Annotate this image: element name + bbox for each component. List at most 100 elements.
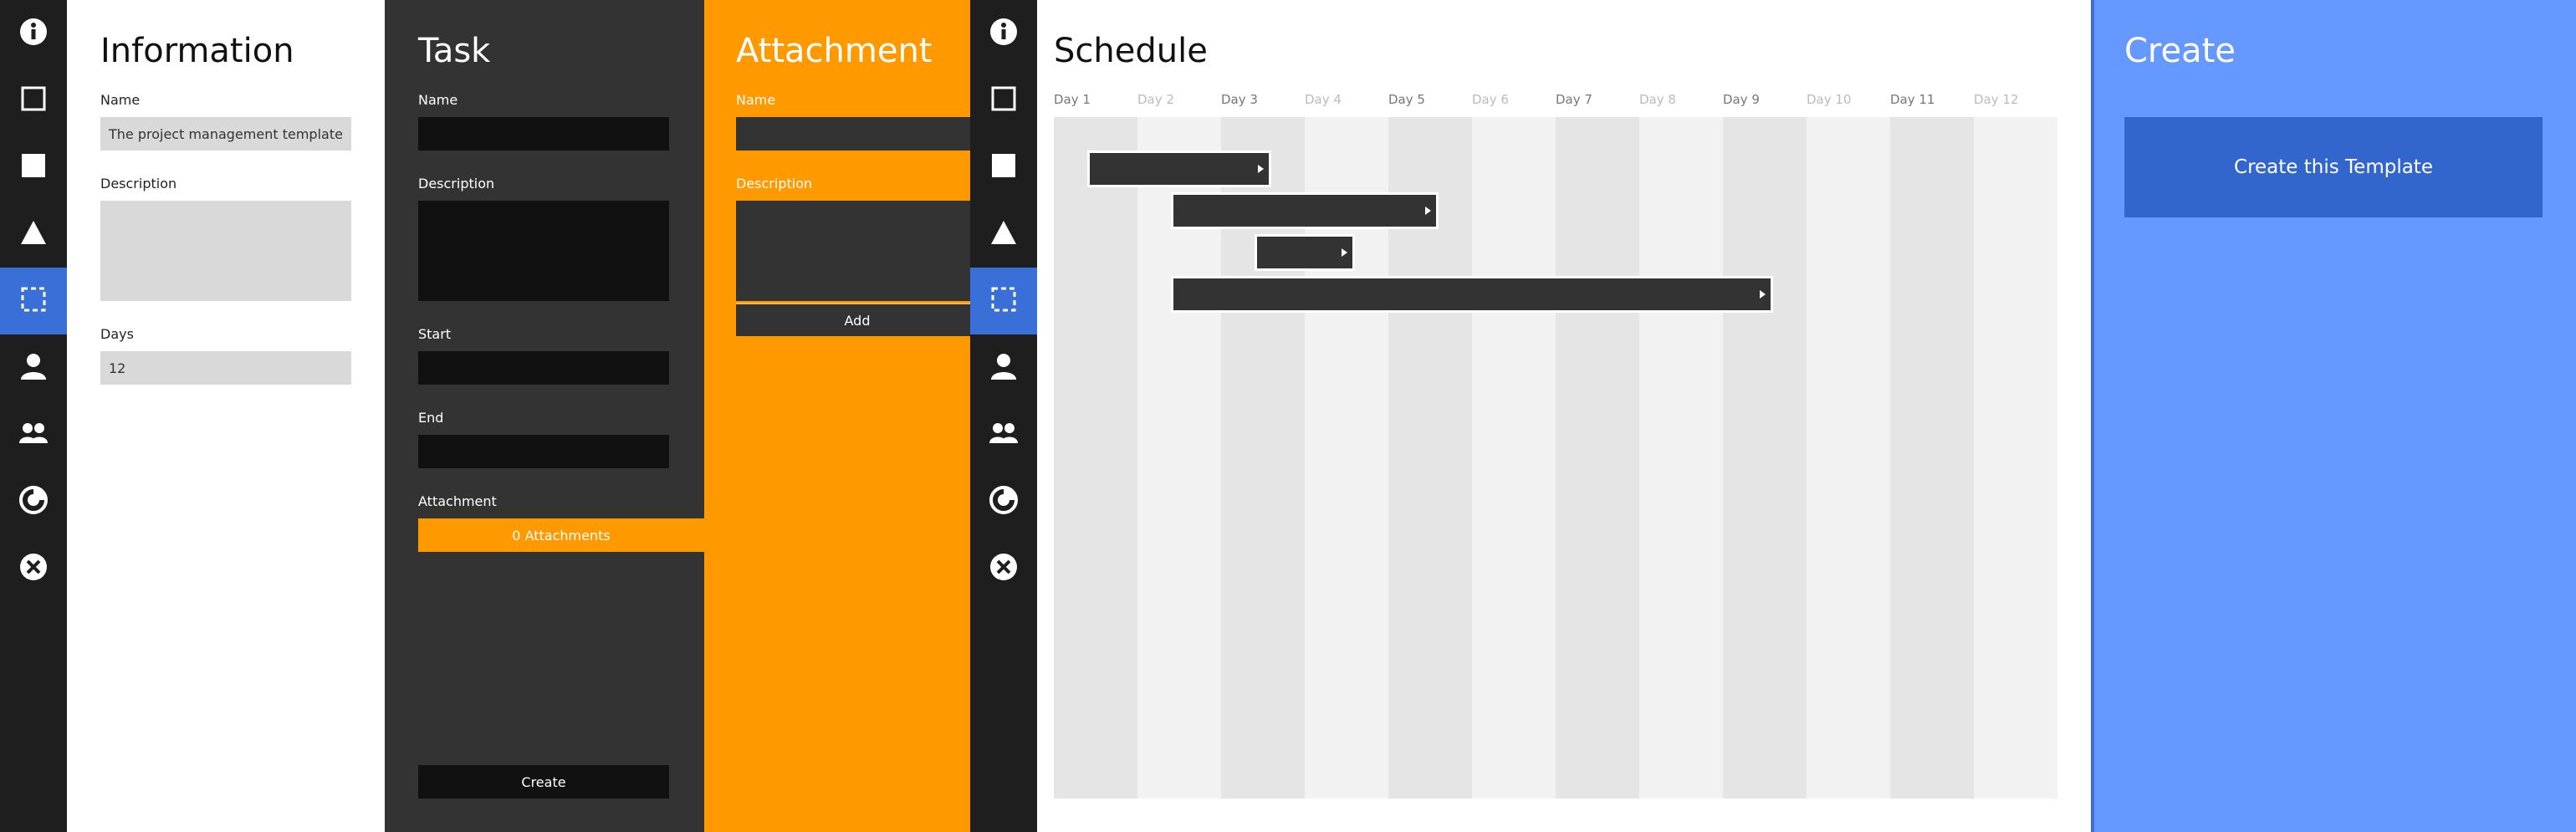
schedule-day-column xyxy=(1974,117,2057,799)
rail-item-triangle[interactable] xyxy=(0,201,67,268)
day-label: Day 5 xyxy=(1388,92,1425,107)
square-filled-icon xyxy=(989,151,1019,184)
attachment-description-field[interactable] xyxy=(736,201,970,301)
task-bar[interactable] xyxy=(1087,151,1271,187)
close-circle-icon xyxy=(989,552,1019,585)
close-circle-icon xyxy=(18,552,49,585)
day-label: Day 6 xyxy=(1472,92,1509,107)
rail-item-square-outline[interactable] xyxy=(0,67,67,134)
chart-circle-icon xyxy=(989,485,1019,518)
task-bar[interactable] xyxy=(1171,192,1439,229)
attachment-panel: Attachment Name Description Add xyxy=(704,0,970,832)
attachments-button[interactable]: 0 Attachments xyxy=(418,518,704,552)
schedule-day-column xyxy=(1556,117,1639,799)
info-icon xyxy=(989,17,1019,50)
task-title: Task xyxy=(418,32,491,70)
schedule-panel: Schedule Day 1 Day 2 Day 3 Day 4 Day 5 Day 6 D… xyxy=(1037,0,2091,832)
rail-item-square-filled[interactable] xyxy=(0,134,67,201)
task-bar[interactable] xyxy=(1171,276,1773,313)
day-label: Day 10 xyxy=(1807,92,1852,107)
description-label: Description xyxy=(100,176,177,191)
schedule-title: Schedule xyxy=(1054,32,1208,70)
create-task-button[interactable]: Create xyxy=(418,765,669,799)
create-panel: Create Create this Template xyxy=(2091,0,2576,832)
task-panel: Task Name Description Start End Attachme… xyxy=(385,0,704,832)
rail-item-chart-circle[interactable] xyxy=(0,468,67,535)
schedule-day-column xyxy=(1807,117,1890,799)
schedule-day-column xyxy=(1472,117,1556,799)
triangle-icon xyxy=(18,217,49,251)
day-label: Day 7 xyxy=(1556,92,1592,107)
schedule-day-column xyxy=(1054,117,1137,799)
left-icon-rail xyxy=(0,0,67,832)
attachment-description-label: Description xyxy=(736,176,813,191)
create-template-button[interactable]: Create this Template xyxy=(2124,117,2543,217)
day-label: Day 8 xyxy=(1639,92,1676,107)
resize-arrow-icon[interactable] xyxy=(1258,165,1264,173)
resize-arrow-icon[interactable] xyxy=(1342,248,1347,257)
day-label: Day 12 xyxy=(1974,92,2019,107)
name-label: Name xyxy=(100,92,141,108)
info-icon xyxy=(18,17,49,50)
days-label: Days xyxy=(100,326,134,342)
person-icon xyxy=(18,351,49,385)
task-attachment-label: Attachment xyxy=(418,493,497,509)
day-label: Day 4 xyxy=(1305,92,1342,107)
task-description-label: Description xyxy=(418,176,495,191)
task-end-label: End xyxy=(418,410,444,426)
attachment-name-label: Name xyxy=(736,92,776,108)
rail-item-info[interactable] xyxy=(0,0,67,67)
schedule-day-column xyxy=(1639,117,1723,799)
day-label: Day 9 xyxy=(1723,92,1760,107)
task-start-field[interactable] xyxy=(418,351,669,385)
task-bar[interactable] xyxy=(1255,234,1355,271)
create-title: Create xyxy=(2124,32,2236,70)
days-field[interactable]: 12 xyxy=(100,351,351,385)
triangle-icon xyxy=(989,217,1019,251)
rail-item-person[interactable] xyxy=(970,334,1037,401)
resize-arrow-icon[interactable] xyxy=(1425,207,1431,215)
people-icon xyxy=(18,418,49,452)
rail-item-close-circle[interactable] xyxy=(0,535,67,602)
schedule-day-column xyxy=(1723,117,1807,799)
person-icon xyxy=(989,351,1019,385)
day-label: Day 3 xyxy=(1221,92,1258,107)
information-title: Information xyxy=(100,32,294,70)
task-name-label: Name xyxy=(418,92,458,108)
rail-item-square-outline[interactable] xyxy=(970,67,1037,134)
rail-item-person[interactable] xyxy=(0,334,67,401)
attachment-name-field[interactable] xyxy=(736,117,970,151)
chart-circle-icon xyxy=(18,485,49,518)
rail-item-triangle[interactable] xyxy=(970,201,1037,268)
resize-arrow-icon[interactable] xyxy=(1760,290,1766,299)
day-label: Day 11 xyxy=(1890,92,1935,107)
square-filled-icon xyxy=(18,151,49,184)
dashed-square-icon xyxy=(18,284,49,318)
rail-item-square-filled[interactable] xyxy=(970,134,1037,201)
square-outline-icon xyxy=(18,84,49,117)
add-attachment-button[interactable]: Add xyxy=(736,303,970,336)
template-name-field[interactable]: The project management template xyxy=(100,117,351,151)
dashed-square-icon xyxy=(989,284,1019,318)
day-label: Day 2 xyxy=(1137,92,1174,107)
schedule-day-column xyxy=(1890,117,1974,799)
task-end-field[interactable] xyxy=(418,435,669,468)
rail-item-people[interactable] xyxy=(970,401,1037,468)
people-icon xyxy=(989,418,1019,452)
rail-item-close-circle[interactable] xyxy=(970,535,1037,602)
schedule-grid xyxy=(1054,117,2057,799)
task-start-label: Start xyxy=(418,326,452,342)
information-panel: Information Name The project management … xyxy=(67,0,385,832)
rail-item-info[interactable] xyxy=(970,0,1037,67)
rail-item-dashed-square[interactable] xyxy=(970,268,1037,334)
day-label: Day 1 xyxy=(1054,92,1091,107)
middle-icon-rail xyxy=(970,0,1037,832)
template-description-field[interactable] xyxy=(100,201,351,301)
rail-item-people[interactable] xyxy=(0,401,67,468)
rail-item-chart-circle[interactable] xyxy=(970,468,1037,535)
task-name-field[interactable] xyxy=(418,117,669,151)
task-description-field[interactable] xyxy=(418,201,669,301)
attachment-title: Attachment xyxy=(736,32,933,70)
square-outline-icon xyxy=(989,84,1019,117)
rail-item-dashed-square[interactable] xyxy=(0,268,67,334)
